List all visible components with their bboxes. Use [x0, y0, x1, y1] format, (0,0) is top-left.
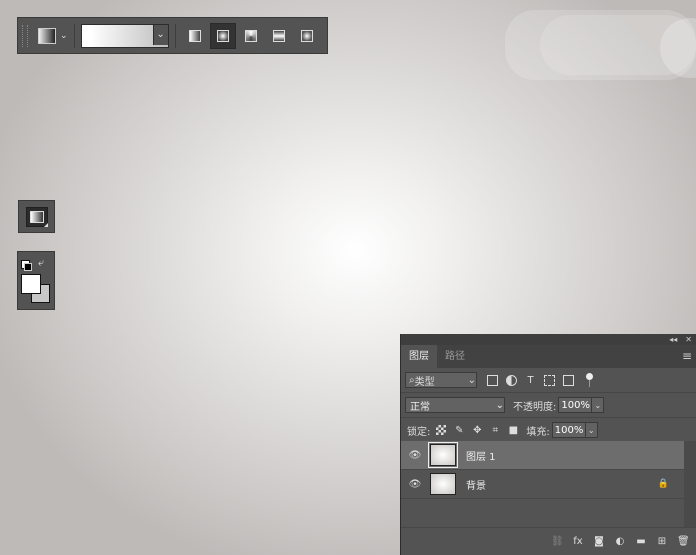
tab-layers[interactable]: 图层 — [401, 345, 437, 368]
layers-scrollbar[interactable] — [684, 441, 696, 527]
chevron-down-icon: ⌄ — [495, 399, 504, 411]
gradient-tool-icon — [29, 210, 44, 223]
link-layers-icon[interactable]: ⛓ — [551, 536, 564, 547]
linear-gradient-button[interactable] — [182, 23, 208, 49]
linear-gradient-icon — [188, 29, 201, 42]
lock-transparent-pixels-icon[interactable] — [436, 425, 447, 435]
diamond-gradient-icon — [300, 29, 313, 42]
shape-filter-icon[interactable] — [544, 374, 555, 386]
layer-name[interactable]: 背景 — [466, 477, 658, 492]
fill-chevron-icon[interactable]: ⌄ — [585, 422, 598, 438]
layers-list: 👁 图层 1 👁 背景 🔒 — [401, 441, 684, 499]
gradient-tool-icon[interactable] — [38, 27, 56, 44]
blend-row: 正常 ⌄ 不透明度: 100% ⌄ — [401, 393, 696, 418]
new-layer-icon[interactable]: ⊞ — [656, 536, 668, 547]
layer-style-fx-icon[interactable]: fx — [572, 536, 584, 547]
filter-type-label: 类型 — [414, 376, 435, 388]
lock-position-icon[interactable]: ✥ — [472, 425, 482, 436]
lock-row: 锁定: ✎ ✥ ⌗ ■ 填充: 100% ⌄ — [401, 418, 696, 443]
smart-object-filter-icon[interactable] — [563, 374, 574, 386]
gradient-picker[interactable]: ⌄ — [80, 23, 169, 48]
layer-row-1[interactable]: 👁 图层 1 — [401, 441, 684, 470]
eye-icon[interactable]: 👁 — [406, 479, 424, 490]
default-colors-icon-back — [24, 263, 32, 271]
layer-thumbnail[interactable] — [430, 473, 456, 495]
angle-gradient-icon — [244, 29, 257, 42]
separator — [73, 23, 75, 48]
panel-tabs: 图层 路径 ≡ — [401, 345, 696, 368]
angle-gradient-button[interactable] — [238, 23, 264, 49]
add-mask-icon[interactable]: ◙ — [593, 536, 605, 547]
close-icon[interactable]: ✕ — [685, 335, 692, 344]
radial-gradient-button[interactable] — [209, 22, 236, 49]
gradient-picker-chevron-icon[interactable]: ⌄ — [152, 24, 168, 45]
new-group-folder-icon[interactable]: ▬ — [635, 536, 647, 547]
foreground-color-swatch[interactable] — [21, 274, 41, 294]
lock-all-icon[interactable]: ■ — [508, 425, 518, 436]
tool-preset-chevron-icon[interactable]: ⌄ — [60, 31, 68, 41]
gradient-tool-button[interactable] — [25, 206, 48, 227]
lock-icon: 🔒 — [657, 479, 669, 489]
swap-colors-icon[interactable]: ⤶ — [38, 256, 44, 270]
opacity-chevron-icon[interactable]: ⌄ — [592, 397, 605, 413]
blend-mode-value: 正常 — [410, 401, 430, 413]
filter-row: ⌕ 类型 ⌄ T — [401, 368, 696, 393]
radial-gradient-icon — [216, 29, 229, 42]
layers-panel: ◂◂ ✕ 图层 路径 ≡ ⌕ 类型 ⌄ T 正常 ⌄ 不透明度: 100% ⌄ — [400, 334, 696, 555]
blend-mode-select[interactable]: 正常 ⌄ — [405, 397, 505, 413]
adjustment-layer-icon[interactable]: ◐ — [614, 536, 626, 547]
fill-input[interactable]: 100% — [551, 422, 586, 438]
fill-label: 填充: — [526, 426, 550, 438]
lock-artboard-icon[interactable]: ⌗ — [490, 425, 500, 436]
filter-icons: T — [487, 373, 593, 387]
collapse-icon[interactable]: ◂◂ — [669, 335, 677, 344]
image-filter-icon[interactable] — [487, 374, 498, 386]
delete-layer-icon[interactable]: 🗑 — [677, 536, 690, 547]
eye-icon[interactable]: 👁 — [406, 450, 424, 461]
layer-row-background[interactable]: 👁 背景 🔒 — [401, 470, 684, 499]
filter-type-select[interactable]: ⌕ 类型 ⌄ — [405, 372, 477, 388]
diamond-gradient-button[interactable] — [294, 23, 320, 49]
lock-label: 锁定: — [407, 426, 431, 438]
opacity-label: 不透明度: — [513, 401, 557, 413]
layers-bottom-bar: ⛓ fx ◙ ◐ ▬ ⊞ 🗑 — [401, 527, 696, 555]
layer-name[interactable]: 图层 1 — [466, 448, 684, 463]
lock-icons: ✎ ✥ ⌗ ■ — [436, 425, 518, 436]
type-filter-icon[interactable]: T — [525, 375, 536, 386]
chevron-down-icon: ⌄ — [467, 374, 476, 386]
panel-grip[interactable] — [22, 24, 28, 47]
reflected-gradient-icon — [272, 29, 285, 42]
adjustment-filter-icon[interactable] — [506, 374, 517, 386]
opacity-input[interactable]: 100% — [558, 397, 593, 413]
lock-image-pixels-icon[interactable]: ✎ — [454, 425, 464, 436]
separator — [174, 23, 176, 48]
panel-menu-icon[interactable]: ≡ — [682, 349, 692, 363]
tool-flyout-corner-icon — [43, 222, 48, 227]
color-swatches-panel: ⤶ — [17, 251, 55, 310]
layer-thumbnail[interactable] — [428, 442, 458, 468]
gradient-options-bar: ⌄ ⌄ — [17, 17, 328, 54]
tab-paths[interactable]: 路径 — [437, 345, 473, 368]
tool-panel — [18, 200, 55, 233]
panel-title-bar: ◂◂ ✕ — [401, 334, 696, 345]
reflected-gradient-button[interactable] — [266, 23, 292, 49]
filter-toggle-icon[interactable] — [586, 373, 593, 387]
